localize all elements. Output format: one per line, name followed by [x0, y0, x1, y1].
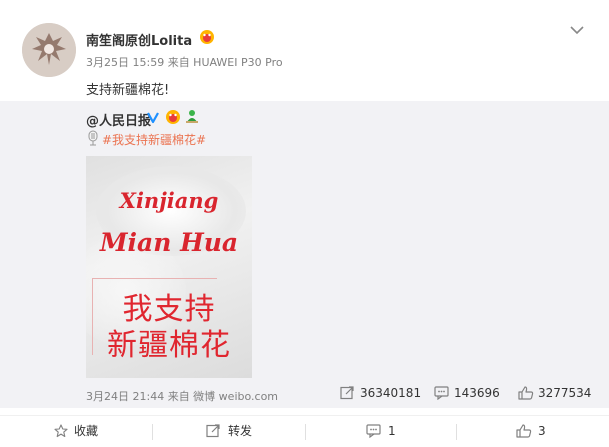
repost-label: 转发 [228, 424, 253, 438]
like-icon [516, 424, 532, 438]
vip-icon[interactable] [198, 29, 216, 49]
verified-icon [146, 109, 160, 128]
repost-stat[interactable]: 36340181 [340, 386, 421, 400]
like-count: 3277534 [538, 386, 592, 400]
star-icon [54, 424, 68, 438]
post-meta: 3月25日 15:59 来自 HUAWEI P30 Pro [86, 56, 283, 69]
repost-image[interactable]: Xinjiang Mian Hua 我支持 新疆棉花 [86, 156, 252, 378]
original-author[interactable]: @人民日报 [86, 110, 151, 129]
image-text-cotton: 新疆棉花 [107, 328, 231, 363]
favorite-label: 收藏 [74, 424, 99, 438]
username[interactable]: 南笙阁原创Lolita [86, 30, 192, 49]
repost-stat-icon [340, 386, 354, 400]
comment-icon [366, 424, 381, 439]
dropdown-icon[interactable] [567, 22, 587, 38]
action-separator [456, 424, 457, 440]
favorite-button[interactable]: 收藏 [54, 416, 98, 447]
repost-icon [206, 424, 220, 438]
comment-action-count: 1 [388, 424, 396, 438]
post-text: 支持新疆棉花! [86, 83, 170, 98]
like-button[interactable]: 3 [516, 416, 546, 447]
repost-date-source[interactable]: 3月24日 21:44 来自 微博 weibo.com [86, 388, 278, 404]
image-text-xinjiang: Xinjiang [119, 188, 219, 213]
action-separator [305, 424, 306, 440]
topic-link[interactable]: #我支持新疆棉花# [102, 131, 206, 148]
repost-button[interactable]: 转发 [206, 416, 252, 447]
avatar[interactable] [22, 23, 76, 77]
avatar-image [22, 23, 76, 77]
like-stat[interactable]: 3277534 [518, 386, 591, 400]
action-separator [152, 424, 153, 440]
comment-button[interactable]: 1 [366, 416, 396, 447]
comment-stat[interactable]: 143696 [434, 386, 500, 401]
vip-icon [164, 109, 182, 129]
image-text-mianhua: Mian Hua [99, 228, 239, 257]
repost-count: 36340181 [360, 386, 422, 400]
comment-stat-icon [434, 386, 449, 401]
like-action-count: 3 [538, 424, 546, 438]
green-badge-icon [184, 108, 200, 128]
like-stat-icon [518, 386, 534, 400]
mic-icon [86, 130, 100, 150]
weibo-card: 南笙阁原创Lolita 3月25日 15:59 来自 HUAWEI P30 Pr… [0, 0, 609, 447]
comment-count: 143696 [454, 386, 500, 400]
